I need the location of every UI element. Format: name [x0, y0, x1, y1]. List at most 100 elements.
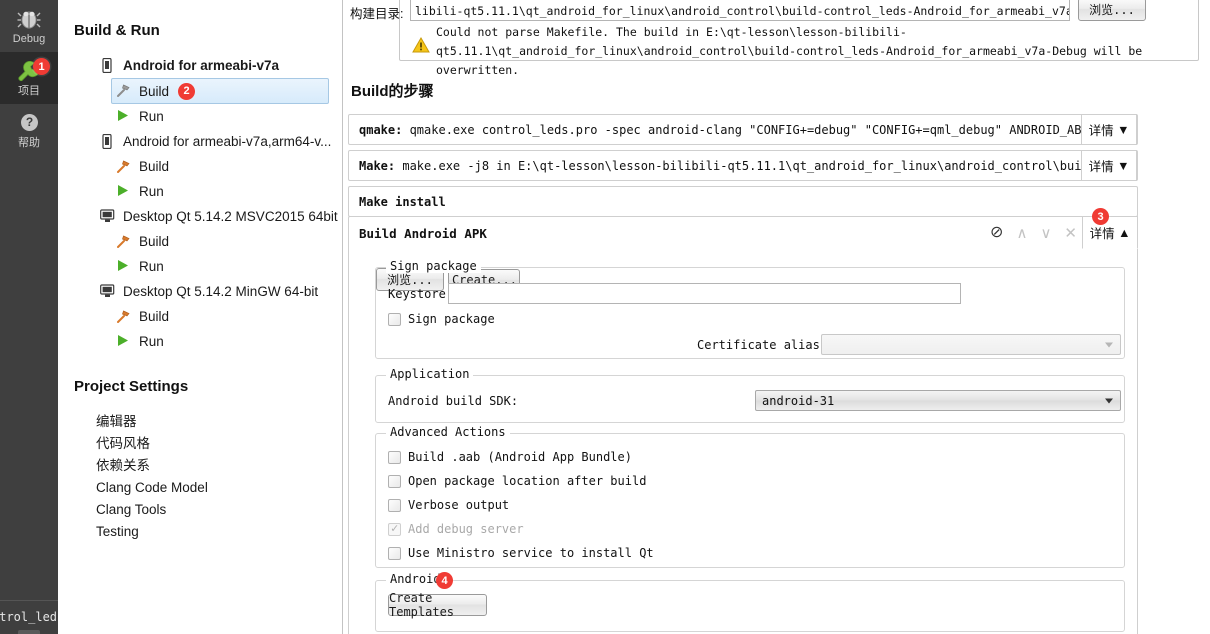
certificate-alias-combo[interactable]	[821, 334, 1121, 355]
projects-badge: 1	[33, 58, 50, 75]
use-ministro-checkbox[interactable]: Use Ministro service to install Qt	[388, 546, 654, 560]
advanced-actions-group: Advanced Actions Build .aab (Android App…	[375, 425, 1125, 568]
kit-label: Desktop Qt 5.14.2 MinGW 64-bit	[123, 284, 319, 299]
settings-item-editor[interactable]: 编辑器	[96, 411, 342, 433]
build-step-qmake[interactable]: qmake: qmake.exe control_leds.pro -spec …	[348, 114, 1138, 145]
active-project-strip[interactable]: ntrol_leds	[0, 600, 64, 634]
create-templates-button[interactable]: Create Templates	[388, 591, 487, 619]
build-directory-label: 构建目录:	[350, 7, 404, 21]
tree-item-build[interactable]: Build	[112, 304, 342, 329]
kit-row-android-armeabi-v7a[interactable]: Android for armeabi-v7a	[74, 53, 342, 78]
chevron-down-icon	[1105, 342, 1113, 347]
android-build-sdk-value: android-31	[762, 393, 835, 408]
check-icon: ✓	[391, 520, 399, 535]
kit-row-android-multiabi[interactable]: Android for armeabi-v7a,arm64-v...	[74, 129, 342, 154]
build-steps-heading: Build的步骤	[351, 83, 434, 100]
tree-item-build-selected[interactable]: Build 2	[111, 78, 329, 104]
project-settings-heading: Project Settings	[74, 378, 189, 395]
build-step-make-install-prefix: Make install	[359, 194, 446, 209]
details-label: 详情	[1089, 227, 1115, 241]
project-selector-button[interactable]	[18, 630, 40, 634]
tree-item-build-label: Build	[139, 309, 170, 324]
settings-item-clang-code-model[interactable]: Clang Code Model	[96, 477, 342, 499]
run-icon	[116, 259, 132, 275]
build-step-make[interactable]: Make: make.exe -j8 in E:\qt-lesson\lesso…	[348, 150, 1138, 181]
build-step-android-apk-header[interactable]: Build Android APK ⊘ ∧ ∨ ✕ 3 详情 ▲	[349, 208, 1138, 249]
makefile-warning-text: Could not parse Makefile. The build in E…	[436, 25, 1143, 77]
details-label: 详情	[1088, 160, 1114, 174]
android-build-sdk-label: Android build SDK:	[388, 394, 519, 408]
sidebar-item-projects-label: 项目	[18, 85, 40, 97]
build-step-make-text: Make: make.exe -j8 in E:\qt-lesson\lesso…	[349, 159, 1096, 173]
add-debug-server-checkbox: ✓ Add debug server	[388, 520, 524, 536]
android-build-sdk-combo[interactable]: android-31	[755, 390, 1121, 411]
verbose-output-checkbox[interactable]: Verbose output	[388, 498, 509, 512]
build-step-android-apk: Build Android APK ⊘ ∧ ∨ ✕ 3 详情 ▲ Sign pa…	[348, 208, 1138, 634]
sidebar-item-debug-label: Debug	[12, 33, 46, 45]
settings-item-code-style[interactable]: 代码风格	[96, 433, 342, 455]
android-device-icon	[100, 57, 116, 74]
build-directory-row: 构建目录: libili-qt5.11.1\qt_android_for_lin…	[350, 0, 1198, 25]
kit-row-desktop-mingw[interactable]: Desktop Qt 5.14.2 MinGW 64-bit	[74, 279, 342, 304]
sidebar-item-help[interactable]: ? 帮助	[0, 104, 58, 156]
sign-package-checkbox[interactable]: Sign package	[388, 312, 495, 326]
build-step-qmake-command: qmake.exe control_leds.pro -spec android…	[402, 122, 1096, 137]
tree-item-run[interactable]: Run	[112, 104, 342, 129]
tree-item-run-label: Run	[139, 184, 164, 199]
sign-package-legend: Sign package	[386, 259, 481, 273]
build-aab-checkbox[interactable]: Build .aab (Android App Bundle)	[388, 450, 632, 464]
run-icon	[116, 109, 132, 125]
build-step-qmake-details-button[interactable]: 详情 ▼	[1081, 114, 1137, 145]
settings-item-dependencies[interactable]: 依赖关系	[96, 455, 342, 477]
advanced-actions-legend: Advanced Actions	[386, 425, 510, 439]
remove-step-icon[interactable]: ✕	[1064, 226, 1077, 241]
build-step-make-install-text: Make install	[349, 195, 446, 209]
open-package-location-checkbox[interactable]: Open package location after build	[388, 474, 646, 488]
move-up-icon[interactable]: ∧	[1016, 226, 1027, 241]
application-group: Application Android build SDK: android-3…	[375, 367, 1125, 423]
sidebar-item-projects[interactable]: 项目 1	[0, 52, 58, 104]
warning-icon	[412, 36, 430, 53]
checkbox-box	[388, 546, 401, 560]
android-apk-step-badge: 3	[1092, 208, 1109, 225]
sidebar-item-debug[interactable]: Debug	[0, 0, 58, 52]
mode-selector-sidebar: Debug 项目 1 ? 帮助 ntrol_leds	[0, 0, 64, 634]
tree-item-run[interactable]: Run	[112, 179, 342, 204]
keystore-label: Keystore:	[388, 287, 454, 301]
tree-item-run-label: Run	[139, 109, 164, 124]
project-settings-tree: Build & Run Android for armeabi-v7a Buil…	[58, 0, 343, 634]
sidebar-item-help-label: 帮助	[18, 137, 40, 149]
tree-item-build[interactable]: Build	[112, 229, 342, 254]
keystore-input[interactable]	[448, 283, 961, 304]
tree-item-run-label: Run	[139, 259, 164, 274]
hammer-icon	[116, 309, 132, 325]
tree-item-run[interactable]: Run	[112, 254, 342, 279]
build-directory-browse-button[interactable]: 浏览...	[1078, 0, 1146, 21]
chevron-down-icon: ▼	[1117, 122, 1130, 137]
build-and-run-heading: Build & Run	[74, 22, 160, 39]
hammer-icon	[116, 234, 132, 250]
build-directory-input[interactable]: libili-qt5.11.1\qt_android_for_linux\and…	[410, 0, 1070, 21]
android-group-badge: 4	[436, 572, 453, 589]
use-ministro-label: Use Ministro service to install Qt	[408, 546, 654, 560]
tree-item-build-label: Build	[139, 159, 170, 174]
checkbox-box	[388, 450, 401, 464]
settings-item-clang-tools[interactable]: Clang Tools	[96, 499, 342, 521]
tree-item-build-label: Build	[139, 234, 170, 249]
disable-step-icon[interactable]: ⊘	[990, 225, 1003, 241]
details-label: 详情	[1088, 124, 1114, 138]
kit-row-desktop-msvc2015[interactable]: Desktop Qt 5.14.2 MSVC2015 64bit	[74, 204, 342, 229]
qt-creator-window: Debug 项目 1 ? 帮助 ntrol_leds Build & Run	[0, 0, 1210, 634]
tree-item-build[interactable]: Build	[112, 154, 342, 179]
sign-package-checkbox-label: Sign package	[408, 312, 495, 326]
hammer-icon	[116, 83, 132, 99]
settings-item-testing[interactable]: Testing	[96, 521, 342, 543]
tree-item-run[interactable]: Run	[112, 329, 342, 354]
build-step-make-install[interactable]: Make install	[348, 186, 1138, 217]
desktop-icon	[100, 208, 116, 225]
build-step-make-details-button[interactable]: 详情 ▼	[1081, 150, 1137, 181]
add-debug-server-label: Add debug server	[408, 522, 524, 536]
move-down-icon[interactable]: ∨	[1040, 226, 1051, 241]
build-step-android-apk-details-button[interactable]: 详情 ▲	[1082, 216, 1138, 249]
checkbox-box	[388, 498, 401, 512]
